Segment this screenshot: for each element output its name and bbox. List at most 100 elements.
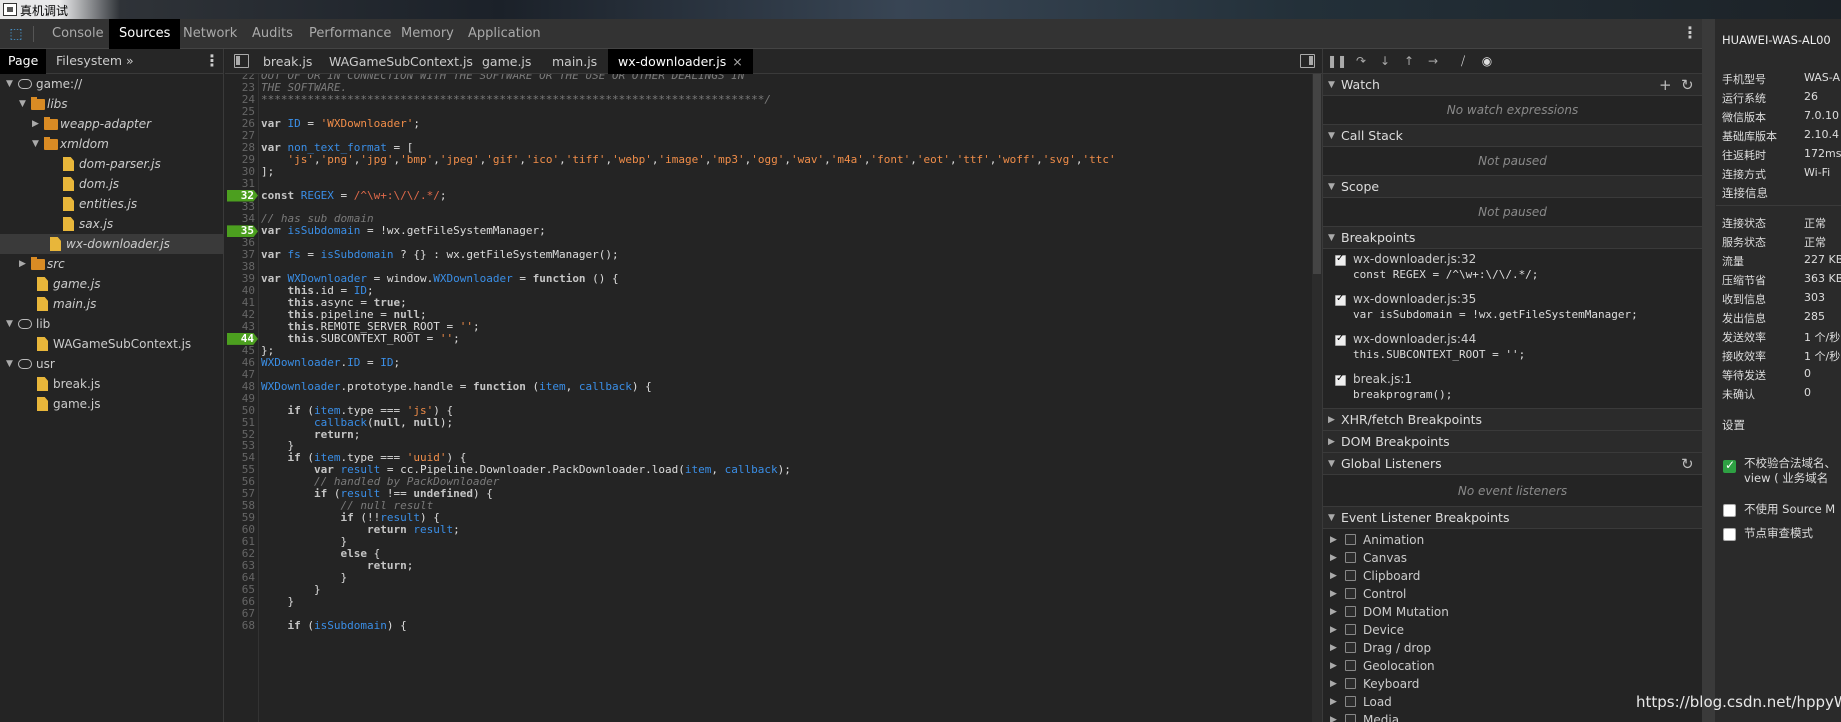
code-line[interactable]: 61 } — [225, 536, 1322, 548]
collapsed-arrow-icon[interactable]: ▶ — [1330, 621, 1337, 639]
refresh-icon[interactable]: ↻ — [1681, 453, 1694, 475]
event-category-checkbox[interactable] — [1345, 696, 1356, 707]
code-line[interactable]: 35 var isSubdomain = !wx.getFileSystemMan… — [225, 225, 1322, 238]
breakpoint-checkbox[interactable] — [1335, 373, 1346, 386]
code-line[interactable]: 49 — [225, 392, 1322, 405]
event-category[interactable]: ▶ Clipboard — [1323, 567, 1702, 585]
tree-item[interactable]: break.js — [0, 374, 223, 394]
breakpoint-checkbox[interactable] — [1335, 293, 1346, 306]
expanded-arrow-icon[interactable]: ▼ — [19, 94, 29, 114]
tree-item[interactable]: dom-parser.js — [0, 154, 223, 174]
skip-domain-check-checkbox[interactable] — [1723, 458, 1736, 473]
event-category[interactable]: ▶ Canvas — [1323, 549, 1702, 567]
tree-item[interactable]: wx-downloader.js — [0, 234, 223, 254]
event-category-checkbox[interactable] — [1345, 570, 1356, 581]
event-category[interactable]: ▶ Geolocation — [1323, 657, 1702, 675]
collapsed-arrow-icon[interactable]: ▶ — [1330, 693, 1337, 711]
event-category-checkbox[interactable] — [1345, 642, 1356, 653]
collapsed-arrow-icon[interactable]: ▶ — [19, 254, 29, 274]
code-line[interactable]: 46 WXDownloader.ID = ID; — [225, 356, 1322, 369]
line-number[interactable]: 34 — [225, 213, 255, 225]
watch-header[interactable]: ▼ Watch + ↻ — [1323, 74, 1702, 96]
code-line[interactable]: 51 callback(null, null); — [225, 416, 1322, 429]
add-watch-icon[interactable]: + — [1659, 74, 1672, 96]
line-number[interactable]: 66 — [225, 595, 255, 608]
collapsed-arrow-icon[interactable]: ▶ — [1330, 567, 1337, 585]
editor-tab-wagamesubcontext-js[interactable]: WAGameSubContext.js — [319, 49, 483, 74]
code-line[interactable]: 27 — [225, 129, 1322, 142]
collapsed-arrow-icon[interactable]: ▶ — [1330, 603, 1337, 621]
node-inspect-checkbox[interactable] — [1723, 528, 1736, 541]
code-line[interactable]: 26 var ID = 'WXDownloader'; — [225, 117, 1322, 130]
tree-item[interactable]: ▼ game:// — [0, 74, 223, 94]
no-sourcemap-checkbox[interactable] — [1723, 504, 1736, 517]
breakpoint-checkbox[interactable] — [1335, 253, 1346, 266]
tree-item[interactable]: ▼ usr — [0, 354, 223, 374]
tab-page[interactable]: Page — [0, 49, 47, 74]
step-into-icon[interactable]: ↓ — [1373, 49, 1397, 74]
code-line[interactable]: 52 return; — [225, 428, 1322, 441]
event-category-checkbox[interactable] — [1345, 714, 1356, 722]
event-category[interactable]: ▶ Animation — [1323, 531, 1702, 549]
event-category[interactable]: ▶ Media — [1323, 711, 1702, 722]
event-category-checkbox[interactable] — [1345, 534, 1356, 545]
breakpoint-item[interactable]: wx-downloader.js:32 const REGEX = /^\w+:\… — [1323, 249, 1702, 289]
expanded-arrow-icon[interactable]: ▼ — [6, 74, 16, 94]
line-number[interactable]: 30 — [225, 165, 255, 178]
collapsed-arrow-icon[interactable]: ▶ — [1330, 639, 1337, 657]
breakpoint-checkbox[interactable] — [1335, 333, 1346, 346]
code-line[interactable]: 30]; — [225, 165, 1322, 178]
event-category-checkbox[interactable] — [1345, 606, 1356, 617]
event-category-checkbox[interactable] — [1345, 624, 1356, 635]
tab-console[interactable]: Console — [42, 19, 114, 49]
event-category[interactable]: ▶ DOM Mutation — [1323, 603, 1702, 621]
tab-application[interactable]: Application — [458, 19, 551, 49]
expanded-arrow-icon[interactable]: ▼ — [6, 314, 16, 334]
xhr-breakpoints-header[interactable]: ▶ XHR/fetch Breakpoints — [1323, 409, 1702, 431]
collapsed-arrow-icon[interactable]: ▶ — [1330, 711, 1337, 722]
tree-item[interactable]: ▼ lib — [0, 314, 223, 334]
code-line[interactable]: 29 'js','png','jpg','bmp','jpeg','gif','… — [225, 153, 1322, 166]
tree-item[interactable]: game.js — [0, 394, 223, 414]
line-number[interactable]: 26 — [225, 117, 255, 130]
breakpoint-item[interactable]: break.js:1 breakprogram(); — [1323, 369, 1702, 409]
line-number[interactable]: 29 — [225, 153, 255, 166]
event-category-checkbox[interactable] — [1345, 588, 1356, 599]
expanded-arrow-icon[interactable]: ▼ — [32, 134, 42, 154]
tree-item[interactable]: ▼ xmldom — [0, 134, 223, 154]
tab-audits[interactable]: Audits — [242, 19, 303, 49]
tree-item[interactable]: entities.js — [0, 194, 223, 214]
collapsed-arrow-icon[interactable]: ▶ — [1330, 657, 1337, 675]
line-number[interactable]: 67 — [225, 607, 255, 620]
editor-scrollbar[interactable] — [1312, 74, 1322, 722]
scrollbar-thumb[interactable] — [1313, 74, 1321, 274]
code-line[interactable]: 48 WXDownloader.prototype.handle = functi… — [225, 380, 1322, 393]
tab-network[interactable]: Network — [173, 19, 247, 49]
collapsed-arrow-icon[interactable]: ▶ — [1330, 549, 1337, 567]
line-number[interactable]: 68 — [225, 619, 255, 632]
collapsed-arrow-icon[interactable]: ▶ — [32, 114, 42, 134]
line-number[interactable]: 31 — [225, 177, 255, 190]
refresh-icon[interactable]: ↻ — [1681, 74, 1694, 96]
event-category[interactable]: ▶ Device — [1323, 621, 1702, 639]
line-number[interactable]: 46 — [225, 356, 255, 369]
breakpoints-header[interactable]: ▼ Breakpoints — [1323, 227, 1702, 249]
event-category[interactable]: ▶ Keyboard — [1323, 675, 1702, 693]
code-line[interactable]: 22 OUT OF OR IN CONNECTION WITH THE SOFTW… — [225, 74, 1322, 82]
tree-item[interactable]: sax.js — [0, 214, 223, 234]
line-number[interactable]: 49 — [225, 392, 255, 405]
editor-tab-break-js[interactable]: break.js — [253, 49, 322, 74]
code-line[interactable]: 66 } — [225, 595, 1322, 608]
event-category-checkbox[interactable] — [1345, 552, 1356, 563]
collapsed-arrow-icon[interactable]: ▶ — [1330, 585, 1337, 603]
editor-tab-game-js[interactable]: game.js — [472, 49, 541, 74]
code-line[interactable]: 39 var WXDownloader = window.WXDownloader… — [225, 273, 1322, 285]
step-out-icon[interactable]: ↑ — [1397, 49, 1421, 74]
pause-on-exceptions-icon[interactable]: ◉ — [1475, 49, 1499, 74]
code-line[interactable]: 68 if (isSubdomain) { — [225, 619, 1322, 632]
tab-memory[interactable]: Memory — [391, 19, 464, 49]
event-category-checkbox[interactable] — [1345, 678, 1356, 689]
tree-item[interactable]: WAGameSubContext.js — [0, 334, 223, 354]
call-stack-header[interactable]: ▼ Call Stack — [1323, 125, 1702, 147]
code-line[interactable]: 63 return; — [225, 559, 1322, 572]
